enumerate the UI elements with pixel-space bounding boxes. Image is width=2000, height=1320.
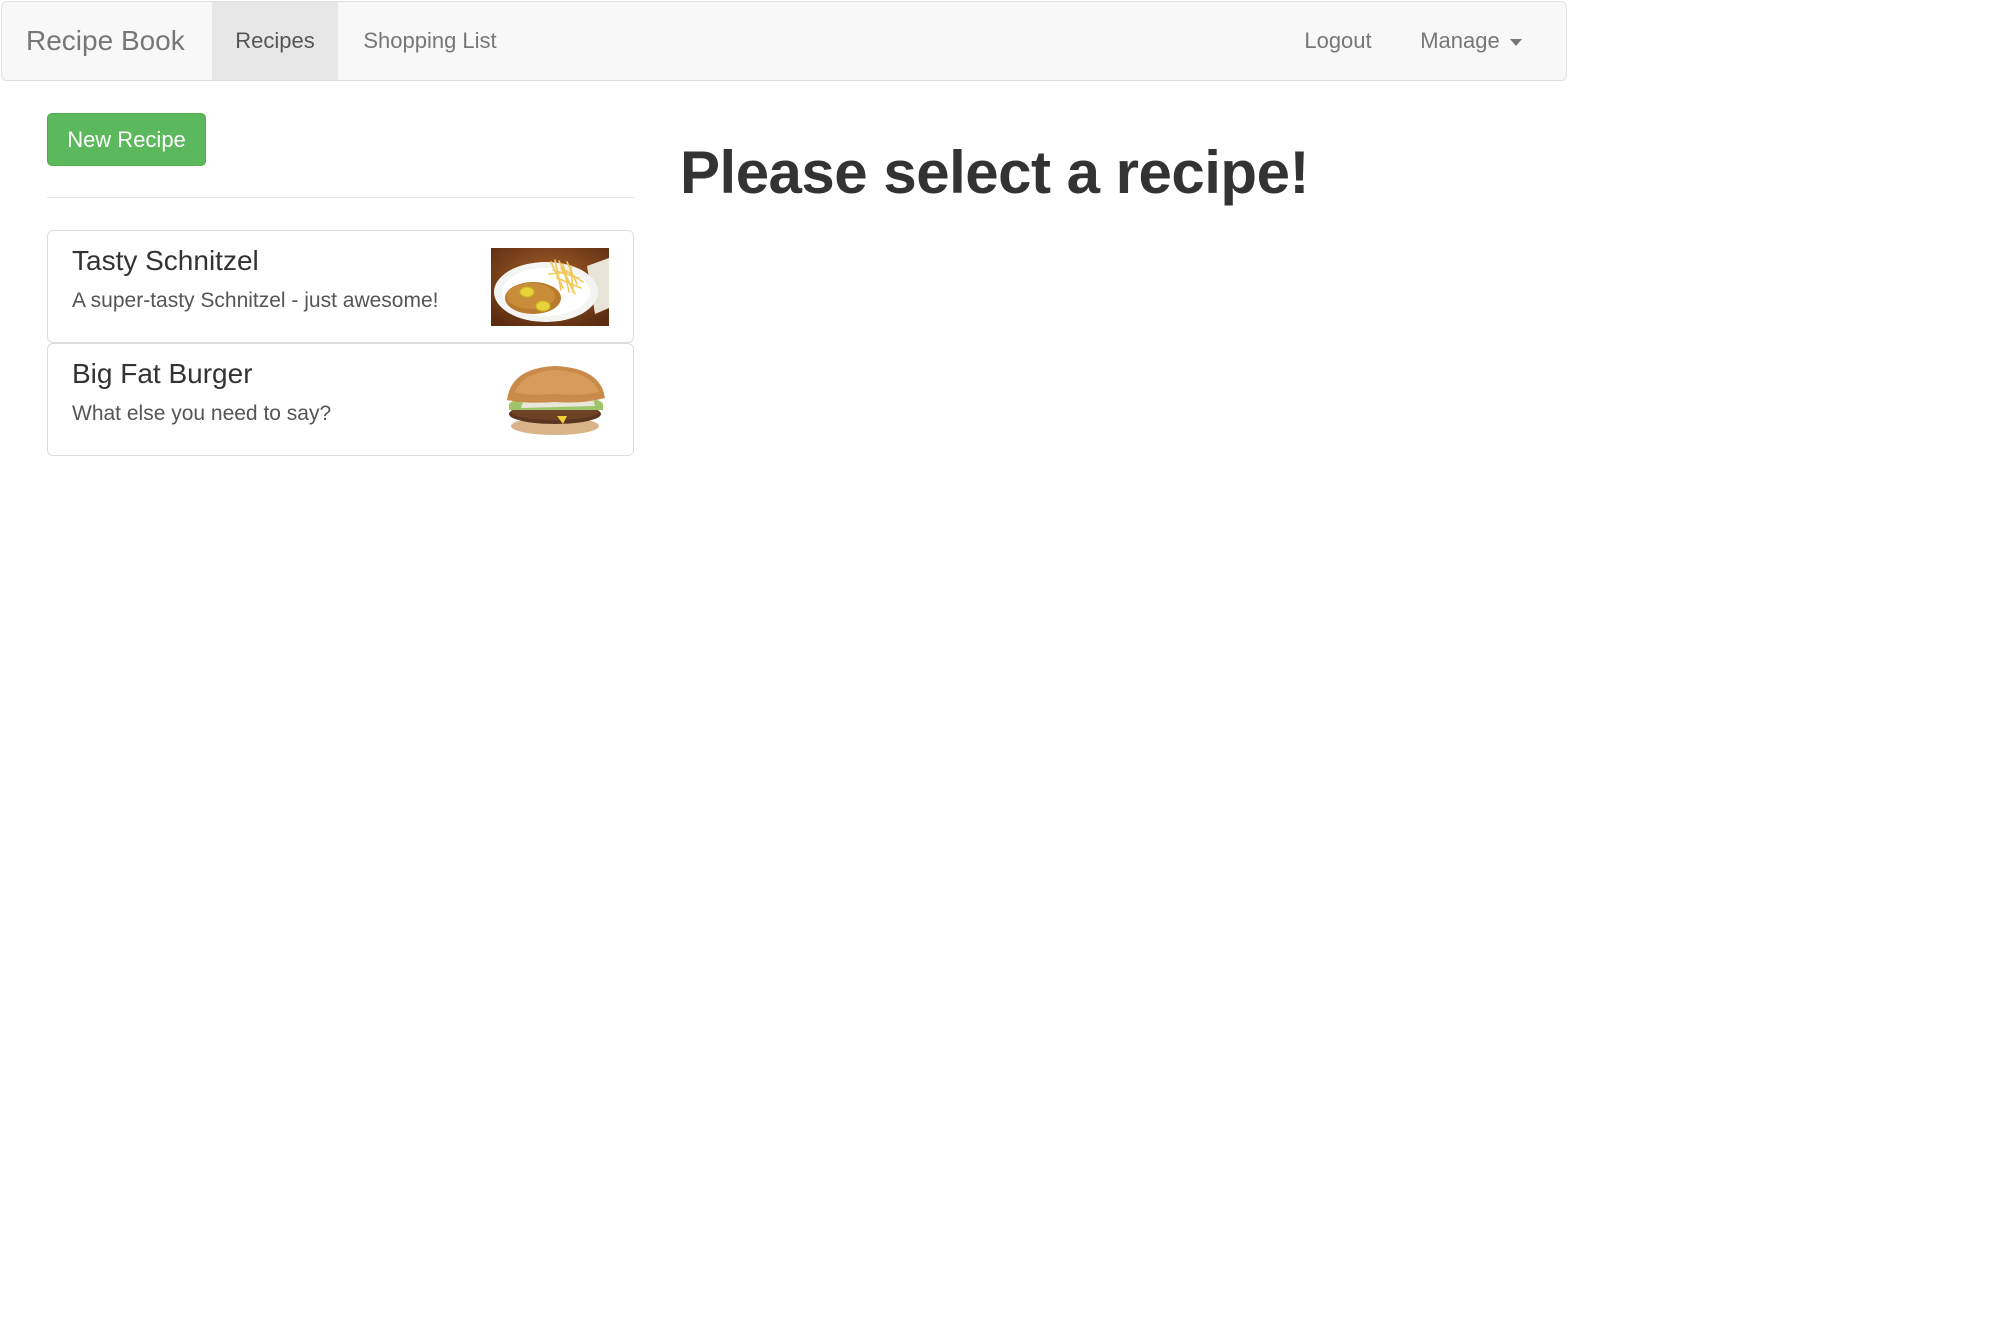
nav-manage-label: Manage bbox=[1420, 28, 1500, 53]
recipe-name: Big Fat Burger bbox=[72, 358, 253, 389]
nav-shopping-list[interactable]: Shopping List bbox=[338, 2, 522, 80]
select-recipe-heading: Please select a recipe! bbox=[680, 139, 1309, 206]
nav-logout[interactable]: Logout bbox=[1280, 2, 1396, 80]
recipe-list-item[interactable]: Big Fat Burger What else you need to say… bbox=[47, 343, 634, 456]
recipe-list-item[interactable]: Tasty Schnitzel A super-tasty Schnitzel … bbox=[47, 230, 634, 343]
top-navbar: Recipe Book Recipes Shopping List Logout… bbox=[1, 1, 1567, 81]
nav-recipes[interactable]: Recipes bbox=[212, 2, 338, 80]
divider bbox=[47, 197, 634, 198]
burger-photo bbox=[507, 366, 605, 435]
nav-manage-dropdown[interactable]: Manage bbox=[1396, 2, 1546, 80]
brand-link[interactable]: Recipe Book bbox=[26, 2, 185, 80]
new-recipe-button[interactable]: New Recipe bbox=[47, 113, 206, 166]
recipe-name: Tasty Schnitzel bbox=[72, 245, 259, 276]
caret-down-icon bbox=[1509, 38, 1522, 46]
recipe-description: What else you need to say? bbox=[72, 402, 332, 425]
recipe-description: A super-tasty Schnitzel - just awesome! bbox=[72, 289, 439, 312]
schnitzel-photo bbox=[491, 248, 609, 326]
